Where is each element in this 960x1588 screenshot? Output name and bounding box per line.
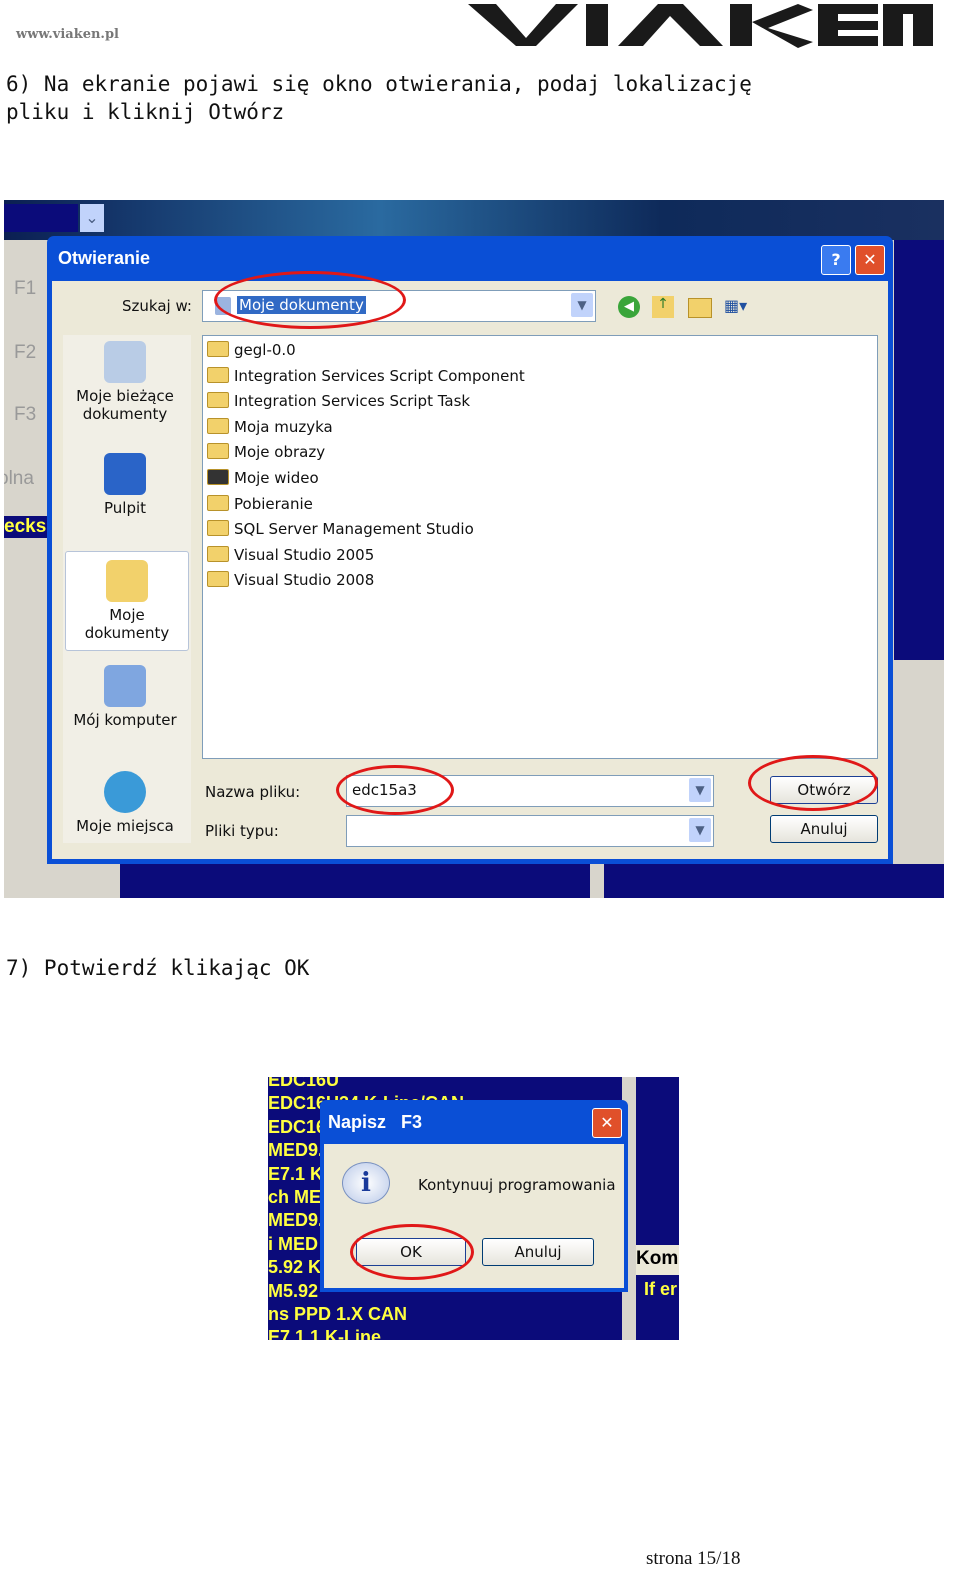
file-item[interactable]: Visual Studio 2008	[207, 568, 877, 594]
file-item[interactable]: Integration Services Script Task	[207, 389, 877, 415]
info-icon: i	[342, 1162, 390, 1204]
folder-icon	[207, 520, 229, 537]
folder-icon	[207, 545, 229, 562]
file-name: Pobieranie	[234, 494, 313, 513]
look-in-label: Szukaj w:	[122, 297, 192, 315]
screenshot-confirm-dialog: EDC16U EDC16U34 K-Line/CAN EDC16 MED9. E…	[268, 1077, 679, 1340]
bg-right-label: If er	[644, 1279, 678, 1299]
up-folder-icon[interactable]: ↑	[652, 296, 674, 318]
file-item[interactable]: Moje obrazy	[207, 440, 877, 466]
file-item[interactable]: Visual Studio 2005	[207, 543, 877, 569]
viaken-logo	[468, 0, 938, 50]
file-name: Moje wideo	[234, 468, 319, 487]
dialog-title: Napisz F3	[328, 1112, 423, 1132]
place-label: Pulpit	[103, 499, 147, 517]
back-icon[interactable]: ◀	[618, 296, 640, 318]
file-name: Moja muzyka	[234, 417, 333, 436]
bg-label: olna	[4, 468, 34, 489]
place-label: Moje dokumenty	[84, 606, 170, 642]
file-item[interactable]: Integration Services Script Component	[207, 364, 877, 390]
desktop-icon	[104, 453, 146, 495]
bg-list-item: ns PPD 1.X CAN	[268, 1304, 408, 1325]
file-name: Visual Studio 2005	[234, 545, 375, 564]
message-text: Kontynuuj programowania	[418, 1176, 616, 1194]
bg-label: ecksu	[4, 516, 48, 538]
page-number: strona 15/18	[646, 1548, 741, 1569]
folder-icon	[207, 494, 229, 511]
video-folder-icon	[207, 468, 229, 485]
bg-label: F2	[14, 342, 37, 363]
file-item[interactable]: SQL Server Management Studio	[207, 517, 877, 543]
place-desktop[interactable]: Pulpit	[63, 453, 187, 517]
chevron-down-icon[interactable]: ▼	[689, 818, 711, 842]
place-recent[interactable]: Moje bieżące dokumenty	[63, 341, 187, 423]
step6-line1: 6) Na ekranie pojawi się okno otwierania…	[6, 72, 752, 96]
bg-label: F3	[14, 404, 37, 425]
file-item[interactable]: gegl-0.0	[207, 338, 877, 364]
chevron-down-icon[interactable]: ▼	[689, 778, 711, 802]
filename-label: Nazwa pliku:	[205, 783, 301, 801]
place-my-computer[interactable]: Mój komputer	[63, 665, 187, 729]
network-icon	[104, 771, 146, 813]
site-url: www.viaken.pl	[16, 27, 119, 42]
folder-icon	[207, 392, 229, 409]
close-button[interactable]: ✕	[592, 1108, 622, 1138]
filetype-label: Pliki typu:	[205, 822, 279, 840]
chevron-down-icon[interactable]: ▼	[571, 293, 593, 317]
my-documents-icon	[106, 560, 148, 602]
folder-icon	[207, 366, 229, 383]
views-menu-icon[interactable]: ▦▾	[724, 296, 754, 318]
file-name: Integration Services Script Component	[234, 366, 525, 385]
file-item[interactable]: Pobieranie	[207, 492, 877, 518]
close-button[interactable]: ✕	[855, 245, 885, 275]
step6-line2: pliku i kliknij Otwórz	[6, 100, 285, 124]
place-my-documents[interactable]: Moje dokumenty	[65, 551, 189, 651]
place-label: Moje miejsca	[76, 817, 174, 835]
folder-icon	[207, 571, 229, 588]
pictures-folder-icon	[207, 443, 229, 460]
dialog-title: Otwieranie	[58, 248, 151, 268]
bg-label: F1	[14, 278, 37, 299]
cancel-button[interactable]: Anuluj	[482, 1238, 594, 1266]
bg-right-label: Kom	[636, 1248, 679, 1269]
file-name: Integration Services Script Task	[234, 392, 471, 411]
confirm-dialog: Napisz F3 ✕ i Kontynuuj programowania OK…	[320, 1100, 628, 1292]
file-name: Moje obrazy	[234, 443, 326, 462]
bg-list-item: EDC16U	[268, 1077, 340, 1090]
filetype-select[interactable]: ▼	[346, 815, 714, 847]
folder-icon	[207, 341, 229, 357]
place-label: Moje bieżące dokumenty	[76, 387, 174, 423]
music-folder-icon	[207, 417, 229, 434]
help-button[interactable]: ?	[821, 245, 851, 275]
cancel-button[interactable]: Anuluj	[770, 815, 878, 843]
file-name: Visual Studio 2008	[234, 571, 375, 590]
file-name: SQL Server Management Studio	[234, 520, 474, 539]
recent-documents-icon	[104, 341, 146, 383]
file-list[interactable]: gegl-0.0 Integration Services Script Com…	[202, 335, 878, 759]
file-item[interactable]: Moje wideo	[207, 466, 877, 492]
screenshot-open-dialog: ⌄ F1 F2 F3 olna ecksu Otwieranie ? ✕ Szu…	[4, 200, 944, 898]
place-network[interactable]: Moje miejsca	[63, 771, 187, 835]
file-item[interactable]: Moja muzyka	[207, 415, 877, 441]
bg-list-item: E7.1.1 K-Line	[268, 1327, 382, 1340]
my-computer-icon	[104, 665, 146, 707]
step7-text: 7) Potwierdź klikając OK	[6, 956, 310, 980]
file-name: gegl-0.0	[234, 341, 296, 359]
new-folder-icon[interactable]	[688, 298, 712, 318]
open-dialog: Otwieranie ? ✕ Szukaj w: Moje dokumenty …	[47, 236, 893, 864]
place-label: Mój komputer	[73, 711, 177, 729]
